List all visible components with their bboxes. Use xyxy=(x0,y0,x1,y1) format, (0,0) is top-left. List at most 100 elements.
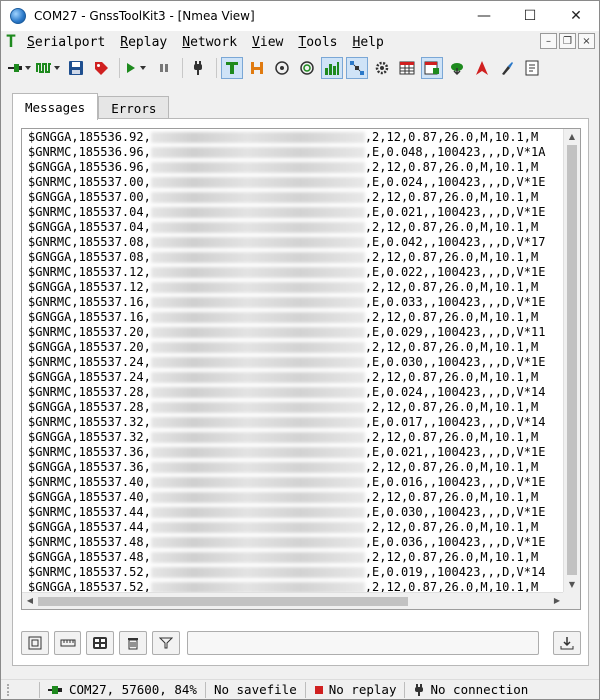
message-line: $GNGGA,185537.00, ,2,12,0.87,26.0,M,10.1,… xyxy=(28,190,558,205)
nmea-message-list[interactable]: $GNGGA,185536.92, ,2,12,0.87,26.0,M,10.1,… xyxy=(21,128,581,610)
save-button[interactable] xyxy=(65,57,87,79)
menu-tools[interactable]: Tools xyxy=(298,35,337,50)
minimize-button[interactable]: — xyxy=(461,1,507,31)
satellite-button[interactable] xyxy=(346,57,368,79)
redacted-coordinates xyxy=(150,387,365,398)
mdi-restore-button[interactable]: ❐ xyxy=(559,33,576,49)
scroll-up-icon[interactable]: ▲ xyxy=(564,132,580,141)
mdi-controls: – ❐ × xyxy=(540,33,595,49)
brush-button[interactable] xyxy=(496,57,518,79)
nmea-view-button[interactable] xyxy=(421,57,443,79)
export-button[interactable] xyxy=(553,631,581,655)
signal-bars-button[interactable] xyxy=(321,57,343,79)
horizontal-scroll-thumb[interactable] xyxy=(38,597,408,606)
status-separator xyxy=(404,681,406,698)
window-controls: — ☐ ✕ xyxy=(461,1,599,31)
compass-button[interactable] xyxy=(271,57,293,79)
settings-button[interactable] xyxy=(371,57,393,79)
table-view-button[interactable] xyxy=(396,57,418,79)
ruler-button[interactable] xyxy=(53,631,82,655)
fit-view-button[interactable] xyxy=(21,631,49,655)
message-line: $GNGGA,185537.08, ,2,12,0.87,26.0,M,10.1,… xyxy=(28,250,558,265)
satellite-icon xyxy=(350,61,364,75)
message-prefix: $GNRMC,185537.12, xyxy=(28,265,151,279)
close-button[interactable]: ✕ xyxy=(553,1,599,31)
redacted-coordinates xyxy=(150,252,365,263)
menu-bar: T Serialport Replay Network View Tools H… xyxy=(1,31,599,53)
redacted-coordinates xyxy=(150,552,365,563)
pause-button[interactable] xyxy=(153,57,175,79)
mdi-close-button[interactable]: × xyxy=(578,33,595,49)
title-bar[interactable]: COM27 - GnssToolKit3 - [Nmea View] — ☐ ✕ xyxy=(1,1,599,31)
vertical-scrollbar[interactable]: ▲ ▼ xyxy=(563,129,580,594)
message-suffix: ,E,0.021,,100423,,,D,V*1E xyxy=(364,205,546,219)
message-actions-bar xyxy=(21,630,581,656)
power-plug-button[interactable] xyxy=(187,57,209,79)
signal-dropdown-button[interactable] xyxy=(36,57,62,79)
redacted-coordinates xyxy=(150,147,365,158)
message-suffix: ,2,12,0.87,26.0,M,10.1,M xyxy=(364,220,539,234)
redacted-coordinates xyxy=(150,522,365,533)
maximize-button[interactable]: ☐ xyxy=(507,1,553,31)
redacted-coordinates xyxy=(150,312,365,323)
scroll-down-icon[interactable]: ▼ xyxy=(564,580,580,589)
toolbar xyxy=(1,55,599,81)
status-bar: COM27, 57600, 84% No savefile No replay … xyxy=(1,679,599,699)
globe-app-icon xyxy=(10,8,26,24)
filter-button[interactable] xyxy=(151,631,180,655)
north-arrow-button[interactable] xyxy=(471,57,493,79)
message-suffix: ,E,0.036,,100423,,,D,V*1E xyxy=(364,535,546,549)
message-suffix: ,E,0.030,,100423,,,D,V*1E xyxy=(364,355,546,369)
download-cloud-button[interactable] xyxy=(446,57,468,79)
brush-icon xyxy=(502,62,513,75)
message-line: $GNGGA,185537.40, ,2,12,0.87,26.0,M,10.1,… xyxy=(28,490,558,505)
mdi-minimize-button[interactable]: – xyxy=(540,33,557,49)
message-prefix: $GNRMC,185537.28, xyxy=(28,385,151,399)
message-lines: $GNGGA,185536.92, ,2,12,0.87,26.0,M,10.1,… xyxy=(28,130,558,595)
message-prefix: $GNGGA,185537.00, xyxy=(28,190,151,204)
redacted-coordinates xyxy=(150,492,365,503)
status-separator xyxy=(204,681,206,698)
status-port-text: COM27, 57600, 84% xyxy=(69,682,197,697)
redacted-coordinates xyxy=(150,162,365,173)
menu-serialport[interactable]: Serialport xyxy=(27,35,105,50)
power-plug-icon xyxy=(194,61,202,75)
redacted-coordinates xyxy=(150,342,365,353)
grid-button[interactable] xyxy=(86,631,115,655)
play-button[interactable] xyxy=(124,57,150,79)
message-prefix: $GNGGA,185537.48, xyxy=(28,550,151,564)
message-suffix: ,E,0.019,,100423,,,D,V*14 xyxy=(364,565,546,579)
vertical-scroll-thumb[interactable] xyxy=(567,145,577,575)
horizontal-scrollbar[interactable]: ◀ ▶ xyxy=(22,592,565,609)
menu-help[interactable]: Help xyxy=(353,35,384,50)
message-line: $GNGGA,185537.28, ,2,12,0.87,26.0,M,10.1,… xyxy=(28,400,558,415)
message-suffix: ,2,12,0.87,26.0,M,10.1,M xyxy=(364,400,539,414)
menu-network-rest: etwork xyxy=(190,34,238,50)
redacted-coordinates xyxy=(150,567,365,578)
note-button[interactable] xyxy=(521,57,543,79)
hex-view-button[interactable] xyxy=(246,57,268,79)
target-button[interactable] xyxy=(296,57,318,79)
tab-errors[interactable]: Errors xyxy=(98,96,170,119)
clear-button[interactable] xyxy=(119,631,147,655)
connect-plug-button[interactable] xyxy=(7,57,33,79)
filter-input[interactable] xyxy=(186,631,540,655)
cloud-download-icon xyxy=(451,63,463,76)
message-suffix: ,E,0.022,,100423,,,D,V*1E xyxy=(364,265,546,279)
message-line: $GNRMC,185537.40, ,E,0.016,,100423,,,D,V*… xyxy=(28,475,558,490)
menu-network[interactable]: Network xyxy=(182,35,237,50)
message-suffix: ,2,12,0.87,26.0,M,10.1,M xyxy=(364,310,539,324)
text-view-button[interactable] xyxy=(221,57,243,79)
message-line: $GNRMC,185537.28, ,E,0.024,,100423,,,D,V*… xyxy=(28,385,558,400)
message-prefix: $GNRMC,185537.52, xyxy=(28,565,151,579)
menu-view-rest: iew xyxy=(259,34,284,50)
tag-button[interactable] xyxy=(90,57,112,79)
scroll-left-icon[interactable]: ◀ xyxy=(22,596,38,605)
view-tabs: Messages Errors xyxy=(12,93,170,120)
tag-icon xyxy=(95,62,108,75)
message-line: $GNRMC,185537.24, ,E,0.030,,100423,,,D,V*… xyxy=(28,355,558,370)
message-prefix: $GNGGA,185537.08, xyxy=(28,250,151,264)
menu-view[interactable]: View xyxy=(252,35,283,50)
tab-messages[interactable]: Messages xyxy=(12,93,99,120)
menu-replay[interactable]: Replay xyxy=(120,35,167,50)
